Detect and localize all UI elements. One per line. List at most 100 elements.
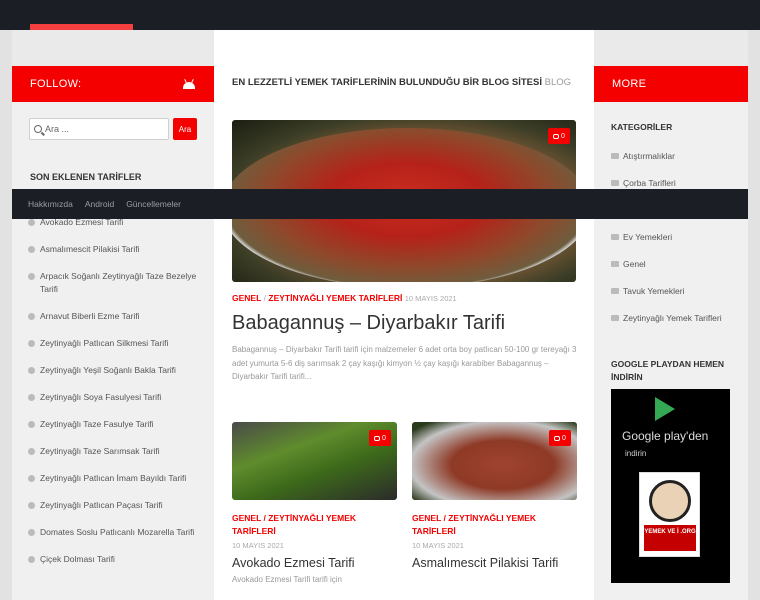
recent-list: Avokado Ezmesi Tarifi Asmalımescit Pilak… — [28, 216, 204, 580]
recent-link[interactable]: Domates Soslu Patlıcanlı Mozarella Tarif… — [40, 526, 194, 539]
post-date: 10 MAYIS 2021 — [232, 541, 284, 550]
search-form: Ara ... Ara — [29, 118, 197, 140]
category-item[interactable]: Atıştırmalıklar — [611, 142, 741, 169]
list-item[interactable]: Asmalımescit Pilakisi Tarifi — [28, 243, 204, 256]
bullet-icon — [28, 421, 35, 428]
comment-icon — [554, 435, 561, 441]
categories-list: Atıştırmalıklar Çorba Tarifleri Ev Yemek… — [611, 142, 741, 331]
category-label[interactable]: Tavuk Yemekleri — [623, 286, 684, 296]
category-link[interactable]: ZEYTİNYAĞLI YEMEK TARİFLERİ — [268, 293, 402, 303]
category-label[interactable]: Atıştırmalıklar — [623, 151, 675, 161]
list-item[interactable]: Zeytinyağlı Taze Sarımsak Tarifi — [28, 445, 204, 458]
recent-link[interactable]: Zeytinyağlı Taze Fasulye Tarifi — [40, 418, 154, 431]
google-play-banner[interactable]: Google play'den indirin YEMEK VE İ .ORG — [611, 389, 730, 583]
category-item[interactable]: Genel — [611, 250, 741, 277]
folder-icon — [611, 260, 619, 267]
list-item[interactable]: Zeytinyağlı Taze Fasulye Tarifi — [28, 418, 204, 431]
recent-link[interactable]: Arnavut Biberli Ezme Tarifi — [40, 310, 140, 323]
recent-link[interactable]: Zeytinyağlı Patlıcan Paçası Tarifi — [40, 499, 163, 512]
comment-count-badge[interactable]: 0 — [549, 430, 571, 446]
recent-link[interactable]: Arpacık Soğanlı Zeytinyağlı Taze Bezelye… — [40, 270, 204, 296]
more-header: MORE — [594, 66, 748, 102]
bullet-icon — [28, 273, 35, 280]
post-title[interactable]: Avokado Ezmesi Tarifi — [232, 556, 397, 570]
bullet-icon — [28, 246, 35, 253]
recent-link[interactable]: Zeytinyağlı Patlıcan Silkmesi Tarifi — [40, 337, 168, 350]
recent-link[interactable]: Zeytinyağlı Taze Sarımsak Tarifi — [40, 445, 160, 458]
top-bar — [0, 0, 760, 30]
list-item[interactable]: Zeytinyağlı Yeşil Soğanlı Bakla Tarifi — [28, 364, 204, 377]
post-categories[interactable]: GENEL / ZEYTİNYAĞLI YEMEK TARİFLERİ — [412, 512, 577, 538]
folder-icon — [611, 152, 619, 159]
comment-count: 0 — [561, 132, 565, 140]
category-link[interactable]: GENEL — [232, 293, 261, 303]
recent-title: SON EKLENEN TARİFLER — [30, 172, 142, 182]
main-content: EN LEZZETLİ YEMEK TARİFLERİNİN BULUNDUĞU… — [214, 30, 594, 600]
google-play-title: GOOGLE PLAYDAN HEMEN İNDİRİN — [611, 359, 725, 382]
recent-link[interactable]: Zeytinyağlı Soya Fasulyesi Tarifi — [40, 391, 161, 404]
category-label[interactable]: Ev Yemekleri — [623, 232, 672, 242]
list-item[interactable]: Zeytinyağlı Patlıcan İmam Bayıldı Tarifi — [28, 472, 204, 485]
post-date: 10 MAYIS 2021 — [412, 541, 464, 550]
comment-icon — [374, 435, 381, 441]
bullet-icon — [28, 394, 35, 401]
left-sidebar: FOLLOW: Ara ... Ara SON EKLENEN TARİFLER… — [12, 66, 214, 600]
bullet-icon — [28, 448, 35, 455]
post-title[interactable]: Asmalımescit Pilakisi Tarifi — [412, 556, 577, 570]
list-item[interactable]: Zeytinyağlı Patlıcan Paçası Tarifi — [28, 499, 204, 512]
recent-link[interactable]: Zeytinyağlı Patlıcan İmam Bayıldı Tarifi — [40, 472, 186, 485]
comment-count-badge[interactable]: 0 — [369, 430, 391, 446]
category-label[interactable]: Zeytinyağlı Yemek Tarifleri — [623, 313, 722, 323]
follow-header: FOLLOW: — [12, 66, 214, 102]
bullet-icon — [28, 529, 35, 536]
tagline-suffix: BLOG — [544, 77, 572, 88]
folder-icon — [611, 233, 619, 240]
nav-item-guncellemeler[interactable]: Güncellemeler — [126, 199, 181, 209]
list-item[interactable]: Zeytinyağlı Soya Fasulyesi Tarifi — [28, 391, 204, 404]
bullet-icon — [28, 502, 35, 509]
post-thumbnail[interactable]: 0 — [232, 422, 397, 500]
follow-label: FOLLOW: — [30, 78, 82, 90]
featured-meta: GENEL / ZEYTİNYAĞLI YEMEK TARİFLERİ 10 M… — [232, 293, 457, 303]
bullet-icon — [28, 313, 35, 320]
list-item[interactable]: Çiçek Dolması Tarifi — [28, 553, 204, 566]
bullet-icon — [28, 340, 35, 347]
nav-item-hakkimizda[interactable]: Hakkımızda — [28, 199, 73, 209]
nav-item-android[interactable]: Android — [85, 199, 114, 209]
featured-title[interactable]: Babagannuş – Diyarbakır Tarifi — [232, 312, 505, 335]
android-icon[interactable] — [182, 78, 196, 89]
category-item[interactable]: Ev Yemekleri — [611, 223, 741, 250]
post-categories[interactable]: GENEL / ZEYTİNYAĞLI YEMEK TARİFLERİ — [232, 512, 397, 538]
google-play-icon — [655, 397, 675, 421]
category-item[interactable]: Tavuk Yemekleri — [611, 277, 741, 304]
main-nav: Hakkımızda Android Güncellemeler — [12, 189, 748, 219]
list-item[interactable]: Arnavut Biberli Ezme Tarifi — [28, 310, 204, 323]
post-card: 0 GENEL / ZEYTİNYAĞLI YEMEK TARİFLERİ 10… — [232, 422, 397, 585]
search-icon — [34, 125, 42, 133]
app-logo: YEMEK VE İ .ORG — [639, 472, 700, 557]
comment-count-badge[interactable]: 0 — [548, 128, 570, 144]
recent-link[interactable]: Zeytinyağlı Yeşil Soğanlı Bakla Tarifi — [40, 364, 176, 377]
list-item[interactable]: Domates Soslu Patlıcanlı Mozarella Tarif… — [28, 526, 204, 539]
recent-link[interactable]: Çiçek Dolması Tarifi — [40, 553, 115, 566]
site-tagline: EN LEZZETLİ YEMEK TARİFLERİNİN BULUNDUĞU… — [232, 77, 571, 88]
bullet-icon — [28, 556, 35, 563]
bullet-icon — [28, 367, 35, 374]
right-sidebar: MORE KATEGORİLER Atıştırmalıklar Çorba T… — [594, 66, 748, 600]
list-item[interactable]: Arpacık Soğanlı Zeytinyağlı Taze Bezelye… — [28, 270, 204, 296]
search-placeholder: Ara ... — [45, 124, 70, 134]
category-separator: / — [263, 293, 267, 303]
search-input[interactable]: Ara ... — [29, 118, 169, 140]
comment-icon — [553, 133, 560, 139]
post-thumbnail[interactable]: 0 — [412, 422, 577, 500]
category-label[interactable]: Çorba Tarifleri — [623, 178, 676, 188]
comment-count: 0 — [382, 434, 386, 442]
google-play-text: Google play'den — [622, 429, 709, 443]
list-item[interactable]: Zeytinyağlı Patlıcan Silkmesi Tarifi — [28, 337, 204, 350]
post-date: 10 MAYIS 2021 — [404, 294, 457, 303]
category-item[interactable]: Zeytinyağlı Yemek Tarifleri — [611, 304, 741, 331]
search-button[interactable]: Ara — [173, 118, 197, 140]
category-label[interactable]: Genel — [623, 259, 646, 269]
recent-link[interactable]: Asmalımescit Pilakisi Tarifi — [40, 243, 140, 256]
folder-icon — [611, 179, 619, 186]
